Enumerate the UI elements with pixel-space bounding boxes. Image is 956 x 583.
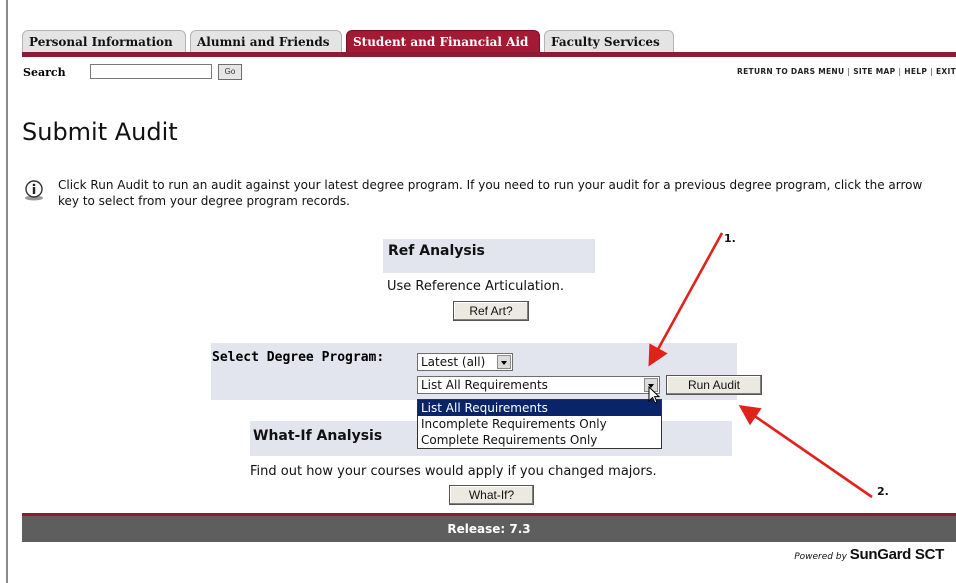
annotation-label-2: 2. — [877, 485, 889, 498]
annotation-arrow-1 — [648, 232, 724, 367]
annotation-arrow-2 — [738, 405, 873, 499]
annotation-arrows — [648, 232, 873, 499]
annotation-label-1: 1. — [724, 232, 736, 245]
